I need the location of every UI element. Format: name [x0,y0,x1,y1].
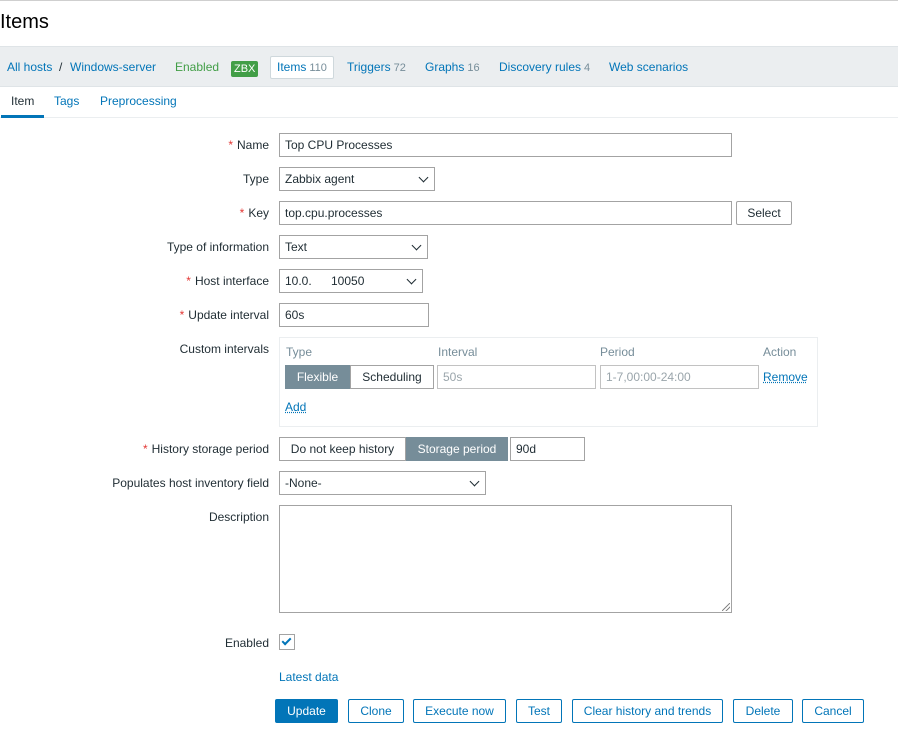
clear-history-button[interactable]: Clear history and trends [572,699,723,723]
test-button[interactable]: Test [516,699,562,723]
storage-period-toggle[interactable]: Storage period [406,437,508,461]
triggers-label: Triggers [347,60,391,74]
graphs-count: 16 [467,62,480,74]
history-storage-label: * History storage period [142,442,269,456]
key-input[interactable]: top.cpu.processes [279,201,732,225]
name-label: * Name [228,138,269,152]
key-select-button[interactable]: Select [736,201,792,225]
add-interval-link[interactable]: Add [285,400,306,414]
cancel-button[interactable]: Cancel [802,699,864,723]
chevron-down-icon [406,274,417,285]
latest-data-link[interactable]: Latest data [279,670,338,684]
graphs-label: Graphs [425,60,465,74]
ci-type-header: Type [286,345,313,359]
clone-button[interactable]: Clone [348,699,404,723]
tab-preprocessing[interactable]: Preprocessing [90,87,187,118]
period-input[interactable]: 1-7,00:00-24:00 [600,365,759,389]
custom-intervals-table: Type Interval Period Action Flexible Sch… [279,337,818,427]
web-scenarios-link[interactable]: Web scenarios [609,47,688,88]
inventory-field-label: Populates host inventory field [112,476,269,490]
chevron-down-icon [418,172,429,183]
chevron-down-icon [469,476,480,487]
discovery-rules-link[interactable]: Discovery rules 4 [499,47,590,88]
discovery-count: 4 [584,62,591,74]
ci-period-header: Period [600,345,635,359]
top-border [0,0,898,1]
host-interface-select[interactable]: 10.0. 10050 [279,269,423,293]
ci-action-header: Action [763,345,797,359]
discovery-label: Discovery rules [499,60,582,74]
breadcrumb-separator: / [59,60,63,74]
enabled-label: Enabled [224,636,269,650]
scheduling-toggle[interactable]: Scheduling [350,365,434,389]
zbx-availability-badge: ZBX [231,61,259,77]
tab-item[interactable]: Item [1,87,45,118]
host-interface-port: 10050 [331,274,365,288]
description-textarea[interactable] [279,505,732,613]
key-label: * Key [239,206,269,220]
graphs-link[interactable]: Graphs 16 [425,47,480,88]
interval-input[interactable]: 50s [437,365,596,389]
triggers-link[interactable]: Triggers 72 [347,47,406,88]
custom-intervals-label: Custom intervals [179,342,269,356]
checkmark-icon [281,635,292,646]
inventory-field-select[interactable]: -None- [279,471,486,495]
host-link[interactable]: Windows-server [70,47,156,88]
triggers-count: 72 [393,62,406,74]
host-status-enabled[interactable]: Enabled [175,47,219,88]
delete-button[interactable]: Delete [733,699,793,723]
host-navigation-bar: All hosts / Windows-server Enabled ZBX I… [0,46,898,87]
chevron-down-icon [411,240,422,251]
host-interface-ip: 10.0. [285,274,312,288]
flexible-toggle[interactable]: Flexible [285,365,350,389]
update-interval-label: * Update interval [179,308,269,322]
type-of-information-label: Type of information [166,240,269,254]
tab-tags[interactable]: Tags [44,87,89,118]
host-interface-label: * Host interface [186,274,269,288]
enabled-checkbox[interactable] [279,634,295,650]
remove-interval-link[interactable]: Remove [763,370,808,384]
page-title: Items [0,11,49,33]
items-label: Items [277,60,307,74]
update-interval-input[interactable]: 60s [279,303,429,327]
item-tabs: Item Tags Preprocessing [0,87,898,118]
type-select[interactable]: Zabbix agent [279,167,435,191]
items-count: 110 [309,62,327,74]
name-input[interactable]: Top CPU Processes [279,133,732,157]
do-not-keep-history-toggle[interactable]: Do not keep history [279,437,406,461]
description-label: Description [208,510,269,524]
execute-now-button[interactable]: Execute now [413,699,506,723]
all-hosts-link[interactable]: All hosts [7,47,52,88]
type-of-information-select[interactable]: Text [279,235,428,259]
items-link[interactable]: Items 110 [270,56,334,79]
history-period-input[interactable]: 90d [510,437,585,461]
type-label: Type [242,172,269,186]
resize-handle-icon[interactable] [722,603,730,611]
update-button[interactable]: Update [275,699,338,723]
ci-interval-header: Interval [438,345,478,359]
